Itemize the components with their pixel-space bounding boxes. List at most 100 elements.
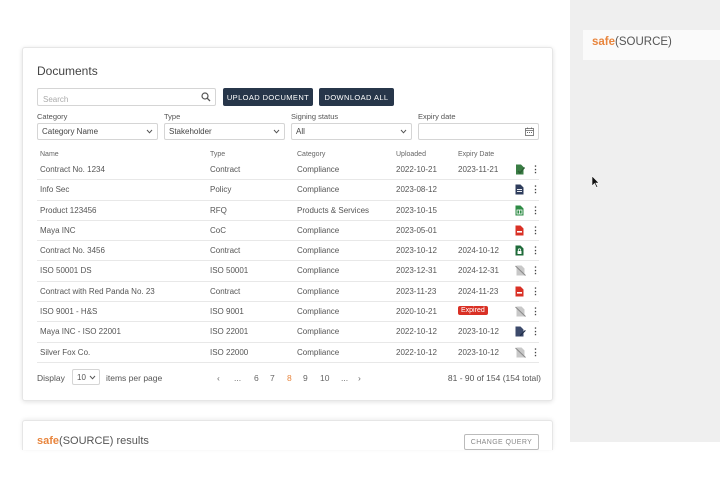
- table-footer: Display 10 items per page ‹... 6 7 8 9 10... ›…: [37, 369, 541, 385]
- search-icon[interactable]: [201, 92, 211, 102]
- table-row[interactable]: ISO 50001 DS ISO 50001 Compliance 2023-12-3…: [37, 261, 540, 282]
- more-options-icon[interactable]: ⋮: [531, 286, 540, 296]
- more-options-icon[interactable]: ⋮: [531, 205, 540, 215]
- column-name-header[interactable]: Name: [40, 151, 59, 158]
- table-row[interactable]: ISO 9001 - H&S ISO 9001 Compliance 2020-10-…: [37, 302, 540, 323]
- page-link[interactable]: 7: [270, 373, 275, 383]
- items-per-page-value: 10: [77, 373, 86, 382]
- row-category: Compliance: [297, 225, 340, 235]
- expiry-date-input[interactable]: [418, 123, 539, 140]
- file-unavailable-icon[interactable]: [515, 306, 526, 319]
- more-options-icon[interactable]: ⋮: [531, 184, 540, 194]
- next-page-icon[interactable]: ›: [358, 373, 361, 383]
- table-row[interactable]: Silver Fox Co. ISO 22000 Compliance 2022-10…: [37, 343, 540, 363]
- more-options-icon[interactable]: ⋮: [531, 306, 540, 316]
- spreadsheet-lock-icon[interactable]: [515, 245, 524, 258]
- results-card: safe(SOURCE) results CHANGE QUERY: [22, 420, 553, 450]
- signing-status-select[interactable]: All: [291, 123, 412, 140]
- row-name: Info Sec: [40, 185, 70, 195]
- more-options-icon[interactable]: ⋮: [531, 225, 540, 235]
- page-ellipsis: ...: [234, 373, 242, 383]
- row-expiry-date: 2024-10-12: [458, 246, 499, 256]
- row-category: Compliance: [297, 347, 340, 357]
- documents-table: Contract No. 1234 Contract Compliance 2022-…: [37, 160, 540, 363]
- row-uploaded: 2023-08-12: [396, 185, 437, 195]
- table-row[interactable]: Contract with Red Panda No. 23 Contract Co…: [37, 282, 540, 303]
- doc-edit-icon[interactable]: [515, 326, 526, 339]
- row-type: Contract: [210, 246, 241, 256]
- column-expiry-header[interactable]: Expiry Date: [458, 151, 494, 158]
- page-link-current[interactable]: 8: [287, 373, 292, 383]
- results-title: safe(SOURCE) results: [37, 435, 149, 447]
- search-input[interactable]: [38, 91, 188, 108]
- row-expiry-date: 2024-11-23: [458, 286, 499, 296]
- doc-file-icon[interactable]: [515, 184, 524, 197]
- row-type: ISO 22001: [210, 327, 249, 337]
- column-uploaded-header[interactable]: Uploaded: [396, 151, 426, 158]
- category-select[interactable]: Category Name: [37, 123, 158, 140]
- row-uploaded: 2022-10-21: [396, 165, 437, 174]
- more-options-icon[interactable]: ⋮: [531, 245, 540, 255]
- row-uploaded: 2023-10-12: [396, 246, 437, 256]
- row-category: Products & Services: [297, 205, 370, 215]
- row-category: Compliance: [297, 165, 340, 174]
- signing-status-value: All: [296, 127, 305, 136]
- chevron-down-icon: [400, 129, 407, 134]
- row-name: ISO 50001 DS: [40, 266, 92, 276]
- row-category: Compliance: [297, 185, 340, 195]
- row-category: Compliance: [297, 327, 340, 337]
- brand-logo[interactable]: safe(SOURCE): [583, 30, 720, 60]
- expiry-date-label: Expiry date: [418, 112, 456, 121]
- change-query-button[interactable]: CHANGE QUERY: [464, 434, 539, 450]
- row-name: Contract No. 3456: [40, 246, 105, 256]
- more-options-icon[interactable]: ⋮: [531, 164, 540, 174]
- type-select-value: Stakeholder: [169, 127, 212, 136]
- column-type-header[interactable]: Type: [210, 151, 225, 158]
- calendar-icon[interactable]: [525, 127, 534, 136]
- spreadsheet-file-icon[interactable]: [515, 205, 524, 218]
- table-row[interactable]: Product 123456 RFQ Products & Services 2023…: [37, 201, 540, 221]
- row-category: Compliance: [297, 286, 340, 296]
- results-title-safe: safe: [37, 435, 60, 447]
- more-options-icon[interactable]: ⋮: [531, 326, 540, 336]
- page-link[interactable]: 9: [303, 373, 308, 383]
- page-link[interactable]: 10: [320, 373, 329, 383]
- column-category-header[interactable]: Category: [297, 151, 325, 158]
- page-ellipsis: ...: [341, 373, 349, 383]
- row-expiry-date: 2024-12-31: [458, 266, 499, 276]
- mouse-cursor-icon: [592, 176, 600, 188]
- file-unavailable-icon[interactable]: [515, 265, 526, 278]
- row-uploaded: 2022-10-12: [396, 327, 437, 337]
- row-type: Contract: [210, 286, 241, 296]
- table-row[interactable]: Contract No. 1234 Contract Compliance 2022-…: [37, 160, 540, 181]
- row-name: Silver Fox Co.: [40, 347, 91, 357]
- row-type: Policy: [210, 185, 232, 195]
- prev-page-icon[interactable]: ‹: [217, 373, 220, 383]
- row-expiry-date: 2023-10-12: [458, 327, 499, 337]
- table-row[interactable]: Info Sec Policy Compliance 2023-08-12 ⋮: [37, 180, 540, 201]
- more-options-icon[interactable]: ⋮: [531, 265, 540, 275]
- row-type: ISO 9001: [210, 307, 244, 317]
- pdf-file-icon[interactable]: [515, 286, 524, 299]
- search-box[interactable]: [37, 88, 216, 108]
- type-select[interactable]: Stakeholder: [164, 123, 285, 140]
- items-per-page-select[interactable]: 10: [72, 369, 100, 385]
- brand-safe: safe: [592, 36, 616, 48]
- page-link[interactable]: 6: [254, 373, 259, 383]
- row-type: Contract: [210, 165, 241, 174]
- documents-card: Documents UPLOAD DOCUMENT DOWNLOAD ALL C…: [22, 47, 553, 401]
- download-all-button[interactable]: DOWNLOAD ALL: [319, 88, 394, 106]
- row-name: ISO 9001 - H&S: [40, 307, 98, 317]
- row-uploaded: 2020-10-21: [396, 307, 437, 317]
- row-type: RFQ: [210, 205, 227, 215]
- table-row[interactable]: Maya INC - ISO 22001 ISO 22001 Compliance 2…: [37, 322, 540, 343]
- pdf-file-icon[interactable]: [515, 225, 524, 238]
- table-row[interactable]: Contract No. 3456 Contract Compliance 2023-…: [37, 241, 540, 262]
- table-row[interactable]: Maya INC CoC Compliance 2023-05-01 ⋮: [37, 221, 540, 242]
- file-unavailable-icon[interactable]: [515, 347, 526, 360]
- row-category: Compliance: [297, 266, 340, 276]
- upload-document-button[interactable]: UPLOAD DOCUMENT: [223, 88, 313, 106]
- row-uploaded: 2023-11-23: [396, 286, 437, 296]
- more-options-icon[interactable]: ⋮: [531, 347, 540, 357]
- doc-signed-icon[interactable]: [515, 164, 526, 177]
